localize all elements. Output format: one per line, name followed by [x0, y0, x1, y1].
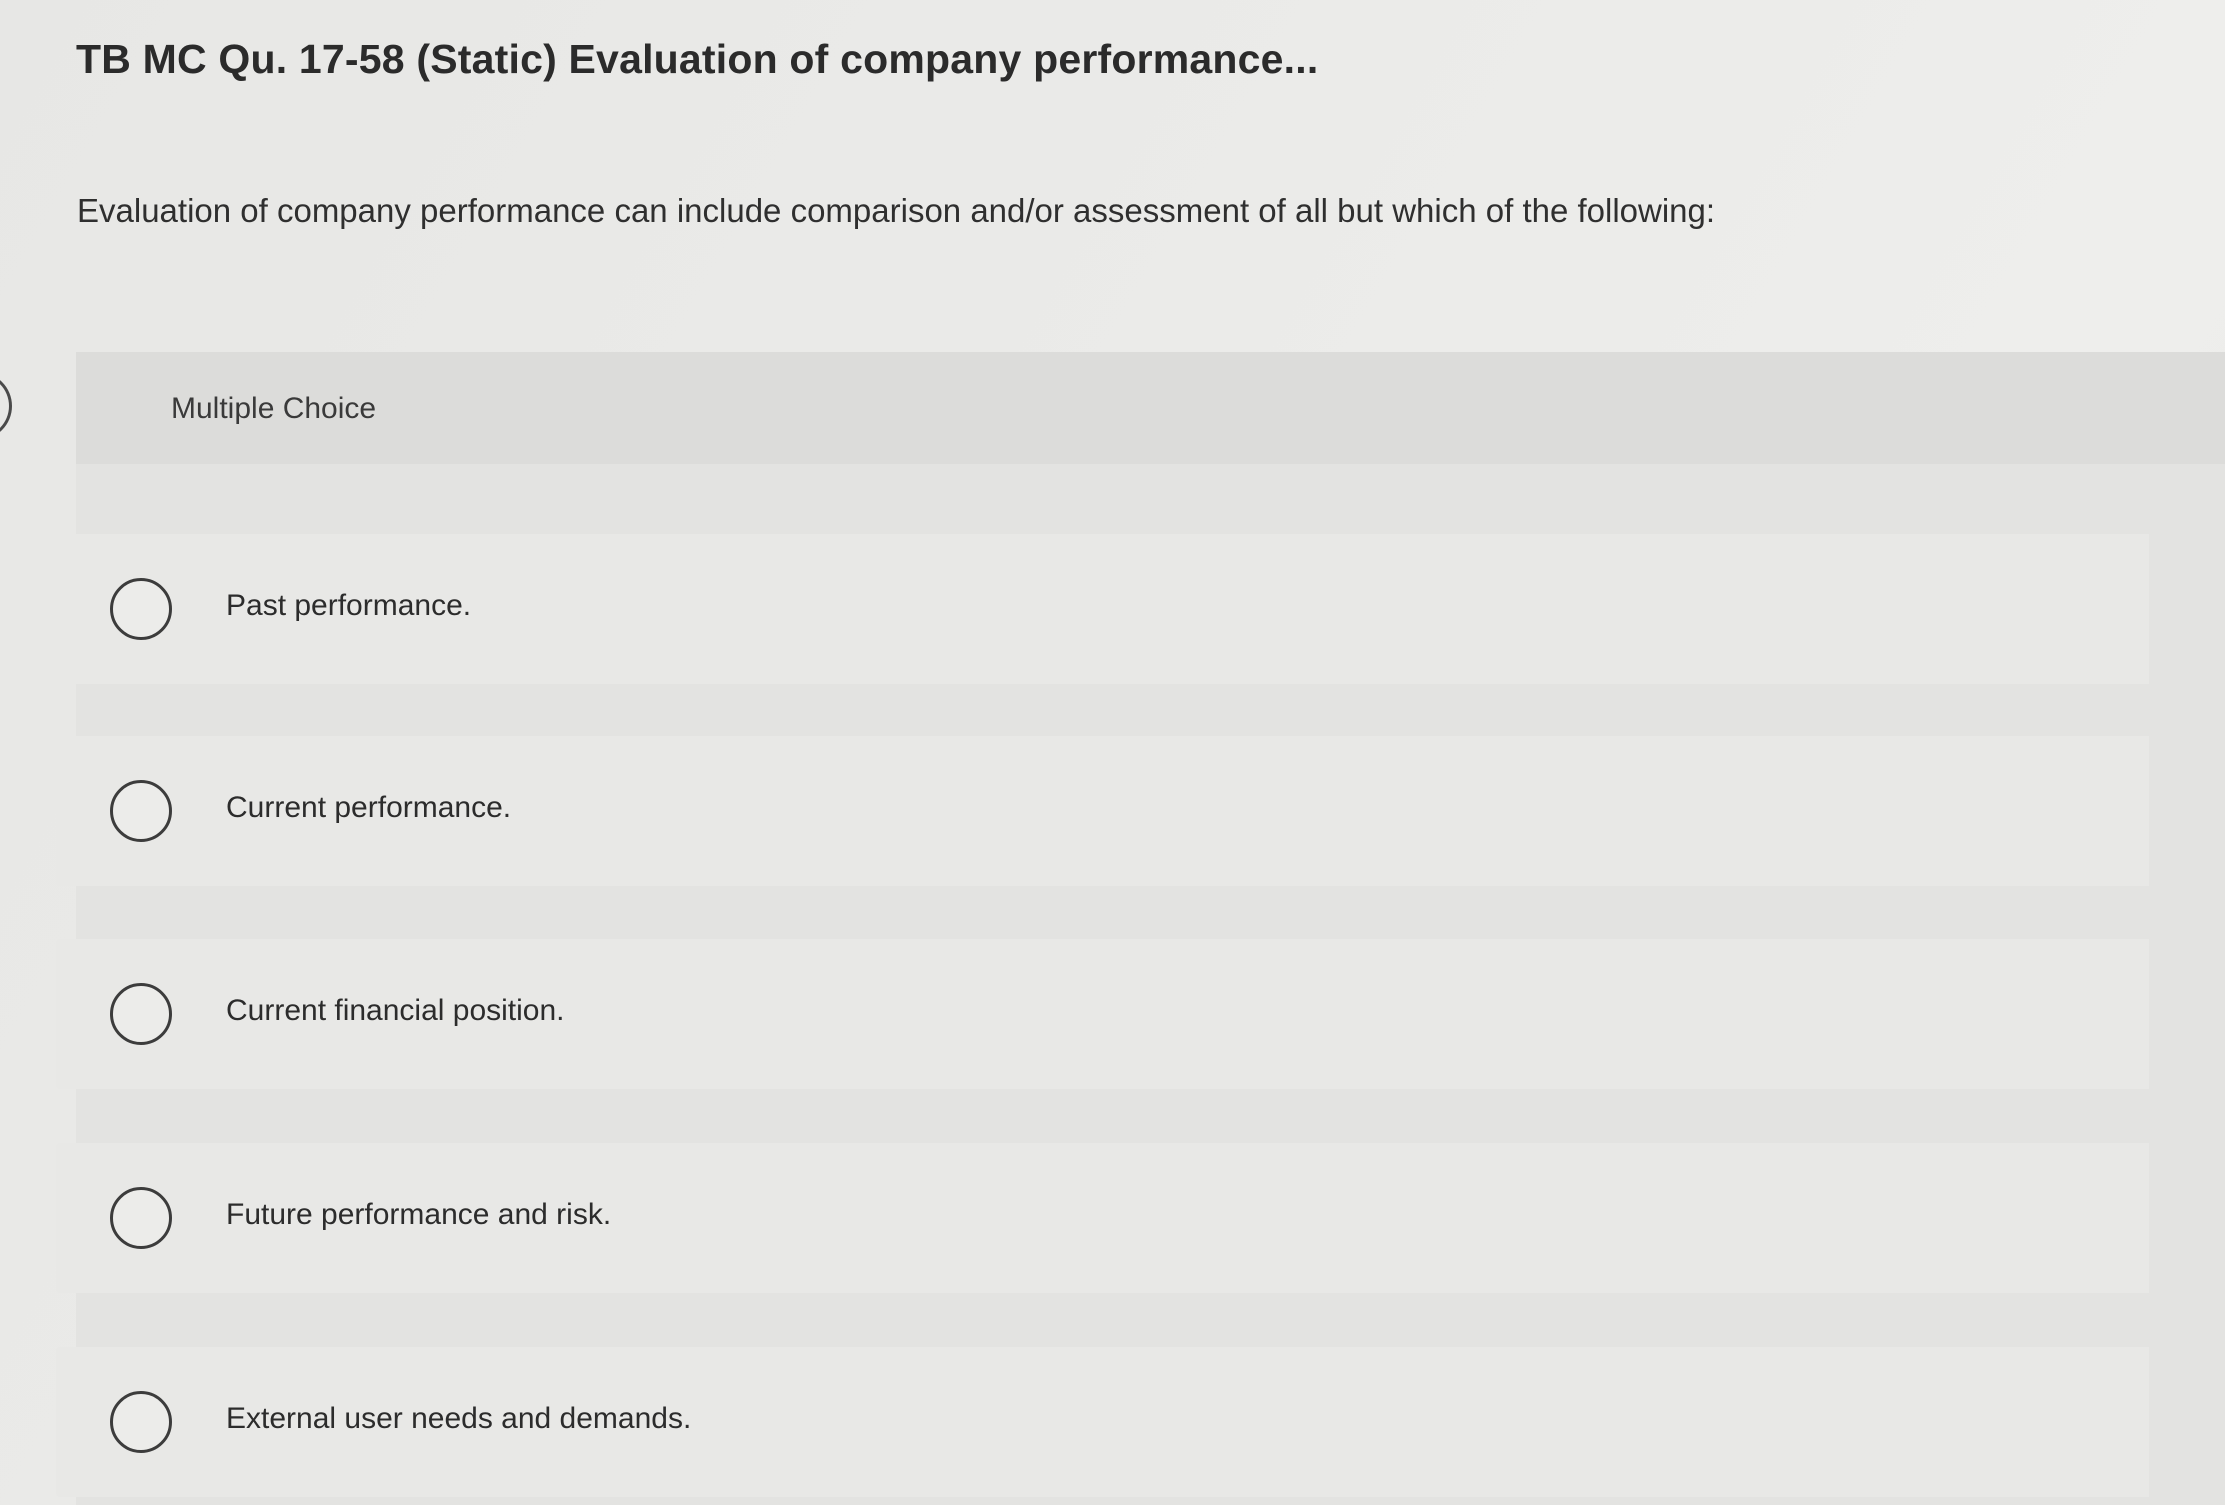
choice-option-current-financial-position[interactable]: Current financial position. [56, 939, 2149, 1089]
quiz-page: TB MC Qu. 17-58 (Static) Evaluation of c… [0, 0, 2225, 1505]
radio-button[interactable] [110, 780, 172, 842]
choice-option-label: Current financial position. [226, 994, 565, 1027]
question-prompt: Evaluation of company performance can in… [77, 192, 1716, 229]
side-panel-toggle[interactable] [0, 372, 12, 440]
multiple-choice-label: Multiple Choice [171, 392, 377, 425]
choice-option-current-performance[interactable]: Current performance. [56, 736, 2149, 886]
choice-option-label: Future performance and risk. [226, 1198, 612, 1231]
choice-option-external-user-needs[interactable]: External user needs and demands. [56, 1347, 2149, 1497]
choice-option-future-performance[interactable]: Future performance and risk. [56, 1143, 2149, 1293]
choice-option-label: Current performance. [226, 791, 512, 824]
multiple-choice-panel: Multiple Choice [76, 352, 2225, 1505]
choice-option-label: Past performance. [226, 589, 472, 622]
choice-option-label: External user needs and demands. [226, 1402, 692, 1435]
radio-button[interactable] [110, 578, 172, 640]
multiple-choice-header: Multiple Choice [76, 352, 2225, 464]
question-title: TB MC Qu. 17-58 (Static) Evaluation of c… [76, 36, 1319, 82]
radio-button[interactable] [110, 1187, 172, 1249]
radio-button[interactable] [110, 983, 172, 1045]
choice-option-past-performance[interactable]: Past performance. [56, 534, 2149, 684]
radio-button[interactable] [110, 1391, 172, 1453]
